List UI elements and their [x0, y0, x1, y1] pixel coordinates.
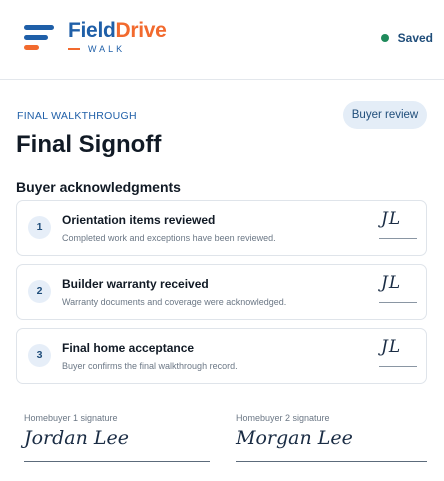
- acknowledgment-number: 2: [28, 280, 51, 303]
- page-eyebrow: FINAL WALKTHROUGH: [17, 110, 137, 122]
- initials-underline: [379, 302, 417, 303]
- initials-value: JL: [381, 273, 402, 293]
- acknowledgment-title: Orientation items reviewed: [62, 213, 216, 227]
- initials-field[interactable]: JL: [379, 335, 417, 371]
- acknowledgment-description: Buyer confirms the final walkthrough rec…: [62, 361, 238, 371]
- acknowledgment-item: 2 Builder warranty received Warranty doc…: [16, 264, 427, 320]
- initials-underline: [379, 366, 417, 367]
- brand-subtitle: WALK: [68, 44, 125, 54]
- app-header: FieldDrive WALK Saved: [0, 0, 444, 80]
- signature-value: Jordan Lee: [24, 427, 130, 449]
- fielddrive-logo-icon: [24, 25, 58, 51]
- acknowledgment-number: 1: [28, 216, 51, 239]
- initials-field[interactable]: JL: [379, 207, 417, 243]
- acknowledgment-number: 3: [28, 344, 51, 367]
- homebuyer-2-signature-field[interactable]: Homebuyer 2 signature Morgan Lee: [236, 412, 427, 462]
- acknowledgment-title: Builder warranty received: [62, 277, 209, 291]
- brand-name-part2: Drive: [115, 19, 167, 42]
- save-status-label: Saved: [397, 31, 433, 45]
- initials-field[interactable]: JL: [379, 271, 417, 307]
- buyer-review-button[interactable]: Buyer review: [343, 101, 427, 129]
- acknowledgment-title: Final home acceptance: [62, 341, 195, 355]
- acknowledgment-description: Completed work and exceptions have been …: [62, 233, 276, 243]
- acknowledgment-item: 1 Orientation items reviewed Completed w…: [16, 200, 427, 256]
- initials-value: JL: [381, 337, 402, 357]
- saved-status-dot-icon: [380, 34, 389, 42]
- initials-underline: [379, 238, 417, 239]
- initials-value: JL: [381, 209, 402, 229]
- brand-subtitle-text: WALK: [88, 44, 126, 54]
- brand-dash: [68, 48, 80, 50]
- signature-value: Morgan Lee: [236, 427, 353, 449]
- brand-name-part1: Field: [68, 19, 116, 42]
- signature-label: Homebuyer 1 signature: [24, 413, 118, 423]
- page-title: Final Signoff: [16, 131, 162, 158]
- brand-name: FieldDrive: [68, 19, 167, 43]
- save-status: Saved: [380, 31, 433, 45]
- homebuyer-1-signature-field[interactable]: Homebuyer 1 signature Jordan Lee: [24, 412, 210, 462]
- acknowledgment-description: Warranty documents and coverage were ack…: [62, 297, 287, 307]
- acknowledgment-item: 3 Final home acceptance Buyer confirms t…: [16, 328, 427, 384]
- acknowledgments-title: Buyer acknowledgments: [16, 179, 181, 195]
- signature-label: Homebuyer 2 signature: [236, 413, 330, 423]
